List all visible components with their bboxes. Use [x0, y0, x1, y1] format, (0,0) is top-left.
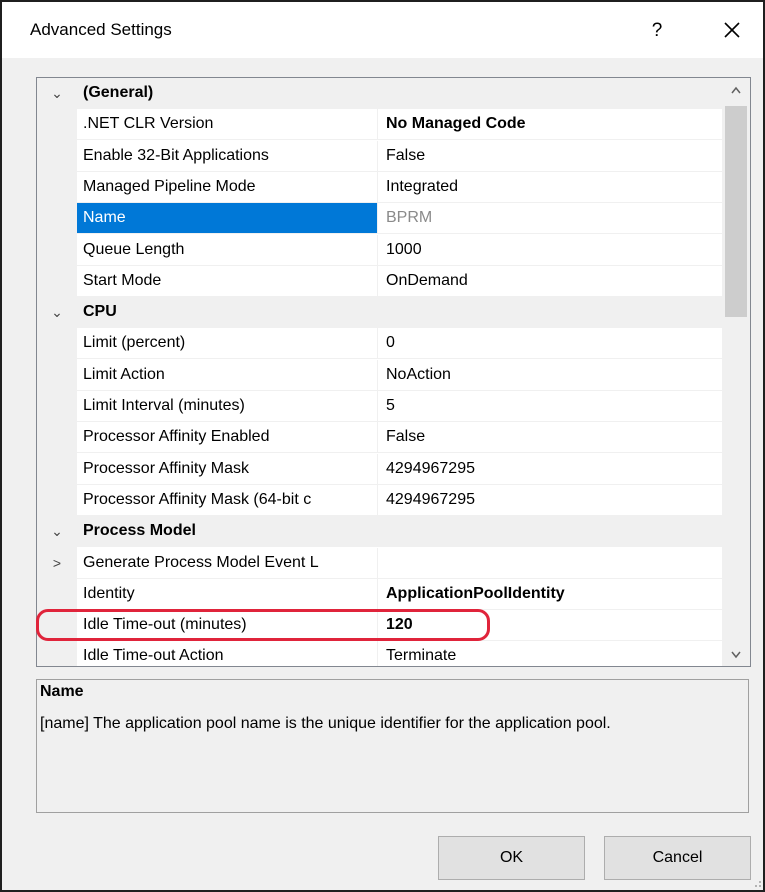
property-value[interactable]: 120 [379, 610, 719, 640]
scroll-thumb[interactable] [725, 106, 747, 317]
vertical-scrollbar[interactable] [722, 78, 750, 666]
category-row[interactable]: ⌄ Process Model [37, 516, 722, 548]
property-value[interactable]: BPRM [379, 203, 719, 233]
description-text: [name] The application pool name is the … [40, 715, 611, 732]
collapse-chevron-icon[interactable]: ⌄ [41, 78, 73, 109]
property-value[interactable]: 4294967295 [379, 454, 719, 484]
property-row[interactable]: Processor Affinity Enabled False [37, 422, 722, 454]
property-row[interactable]: Enable 32-Bit Applications False [37, 140, 722, 172]
advanced-settings-dialog: Advanced Settings ? ⌄ (General) .NET CLR V… [0, 0, 765, 892]
description-panel: Name [name] The application pool name is… [36, 679, 749, 813]
property-value[interactable]: Integrated [379, 172, 719, 202]
property-name: Identity [77, 578, 378, 609]
property-name: Start Mode [77, 265, 378, 296]
property-name: Managed Pipeline Mode [77, 171, 378, 202]
property-row[interactable]: Limit (percent) 0 [37, 328, 722, 360]
property-row[interactable]: Name BPRM [37, 203, 722, 235]
category-label: (General) [83, 84, 154, 101]
property-name: .NET CLR Version [77, 109, 378, 140]
property-value[interactable]: ApplicationPoolIdentity [379, 579, 719, 609]
property-row[interactable]: > Generate Process Model Event L [37, 547, 722, 579]
property-name: Processor Affinity Mask [77, 453, 378, 484]
cancel-button[interactable]: Cancel [604, 836, 751, 880]
category-row[interactable]: ⌄ CPU [37, 297, 722, 329]
expand-chevron-icon[interactable]: > [41, 548, 73, 579]
property-row[interactable]: Idle Time-out (minutes) 120 [37, 610, 722, 642]
scroll-up-button[interactable] [722, 78, 750, 102]
property-name: Limit (percent) [77, 328, 378, 359]
property-row[interactable]: Identity ApplicationPoolIdentity [37, 578, 722, 610]
property-row[interactable]: Processor Affinity Mask 4294967295 [37, 453, 722, 485]
property-name: Processor Affinity Enabled [77, 422, 378, 453]
property-value[interactable]: Terminate [379, 641, 719, 666]
property-name: Queue Length [77, 234, 378, 265]
property-row[interactable]: Start Mode OnDemand [37, 265, 722, 297]
property-name: Limit Interval (minutes) [77, 391, 378, 421]
ok-button[interactable]: OK [438, 836, 585, 880]
property-value[interactable]: No Managed Code [379, 109, 719, 139]
property-row[interactable]: Limit Interval (minutes) 5 [37, 391, 722, 422]
property-value[interactable]: OnDemand [379, 266, 719, 296]
dialog-title: Advanced Settings [30, 20, 172, 39]
property-row[interactable]: Queue Length 1000 [37, 234, 722, 266]
help-button[interactable]: ? [642, 16, 672, 46]
collapse-chevron-icon[interactable]: ⌄ [41, 516, 73, 547]
property-row[interactable]: Idle Time-out Action Terminate [37, 641, 722, 666]
property-value[interactable] [379, 548, 719, 578]
property-row[interactable]: Managed Pipeline Mode Integrated [37, 171, 722, 203]
chevron-up-icon [731, 86, 741, 94]
property-row[interactable]: Limit Action NoAction [37, 359, 722, 391]
property-value[interactable]: False [379, 141, 719, 171]
property-row[interactable]: .NET CLR Version No Managed Code [37, 109, 722, 141]
property-name: Idle Time-out Action [77, 641, 378, 666]
resize-grip-icon[interactable] [750, 876, 762, 888]
property-name: Enable 32-Bit Applications [77, 140, 378, 171]
collapse-chevron-icon[interactable]: ⌄ [41, 297, 73, 328]
title-bar: Advanced Settings ? [2, 2, 763, 58]
category-row[interactable]: ⌄ (General) [37, 78, 722, 109]
property-name: Idle Time-out (minutes) [77, 610, 378, 641]
close-button[interactable] [714, 14, 750, 46]
property-value[interactable]: 5 [379, 391, 719, 421]
category-label: Process Model [83, 522, 196, 540]
property-value[interactable]: 4294967295 [379, 485, 719, 515]
property-value[interactable]: False [379, 422, 719, 452]
property-name: Processor Affinity Mask (64-bit c [77, 484, 378, 515]
property-value[interactable]: 0 [379, 328, 719, 358]
property-grid[interactable]: ⌄ (General) .NET CLR Version No Managed Cod… [36, 77, 751, 667]
category-label: CPU [83, 303, 117, 321]
property-value[interactable]: NoAction [379, 360, 719, 390]
close-icon [724, 22, 740, 38]
scroll-down-button[interactable] [722, 642, 750, 666]
description-title: Name [40, 683, 84, 700]
property-value[interactable]: 1000 [379, 235, 719, 265]
property-row[interactable]: Processor Affinity Mask (64-bit c 4294967… [37, 484, 722, 516]
chevron-down-icon [731, 651, 741, 659]
property-name: Name [77, 203, 378, 234]
property-name: Limit Action [77, 359, 378, 390]
property-name: Generate Process Model Event L [77, 547, 378, 578]
